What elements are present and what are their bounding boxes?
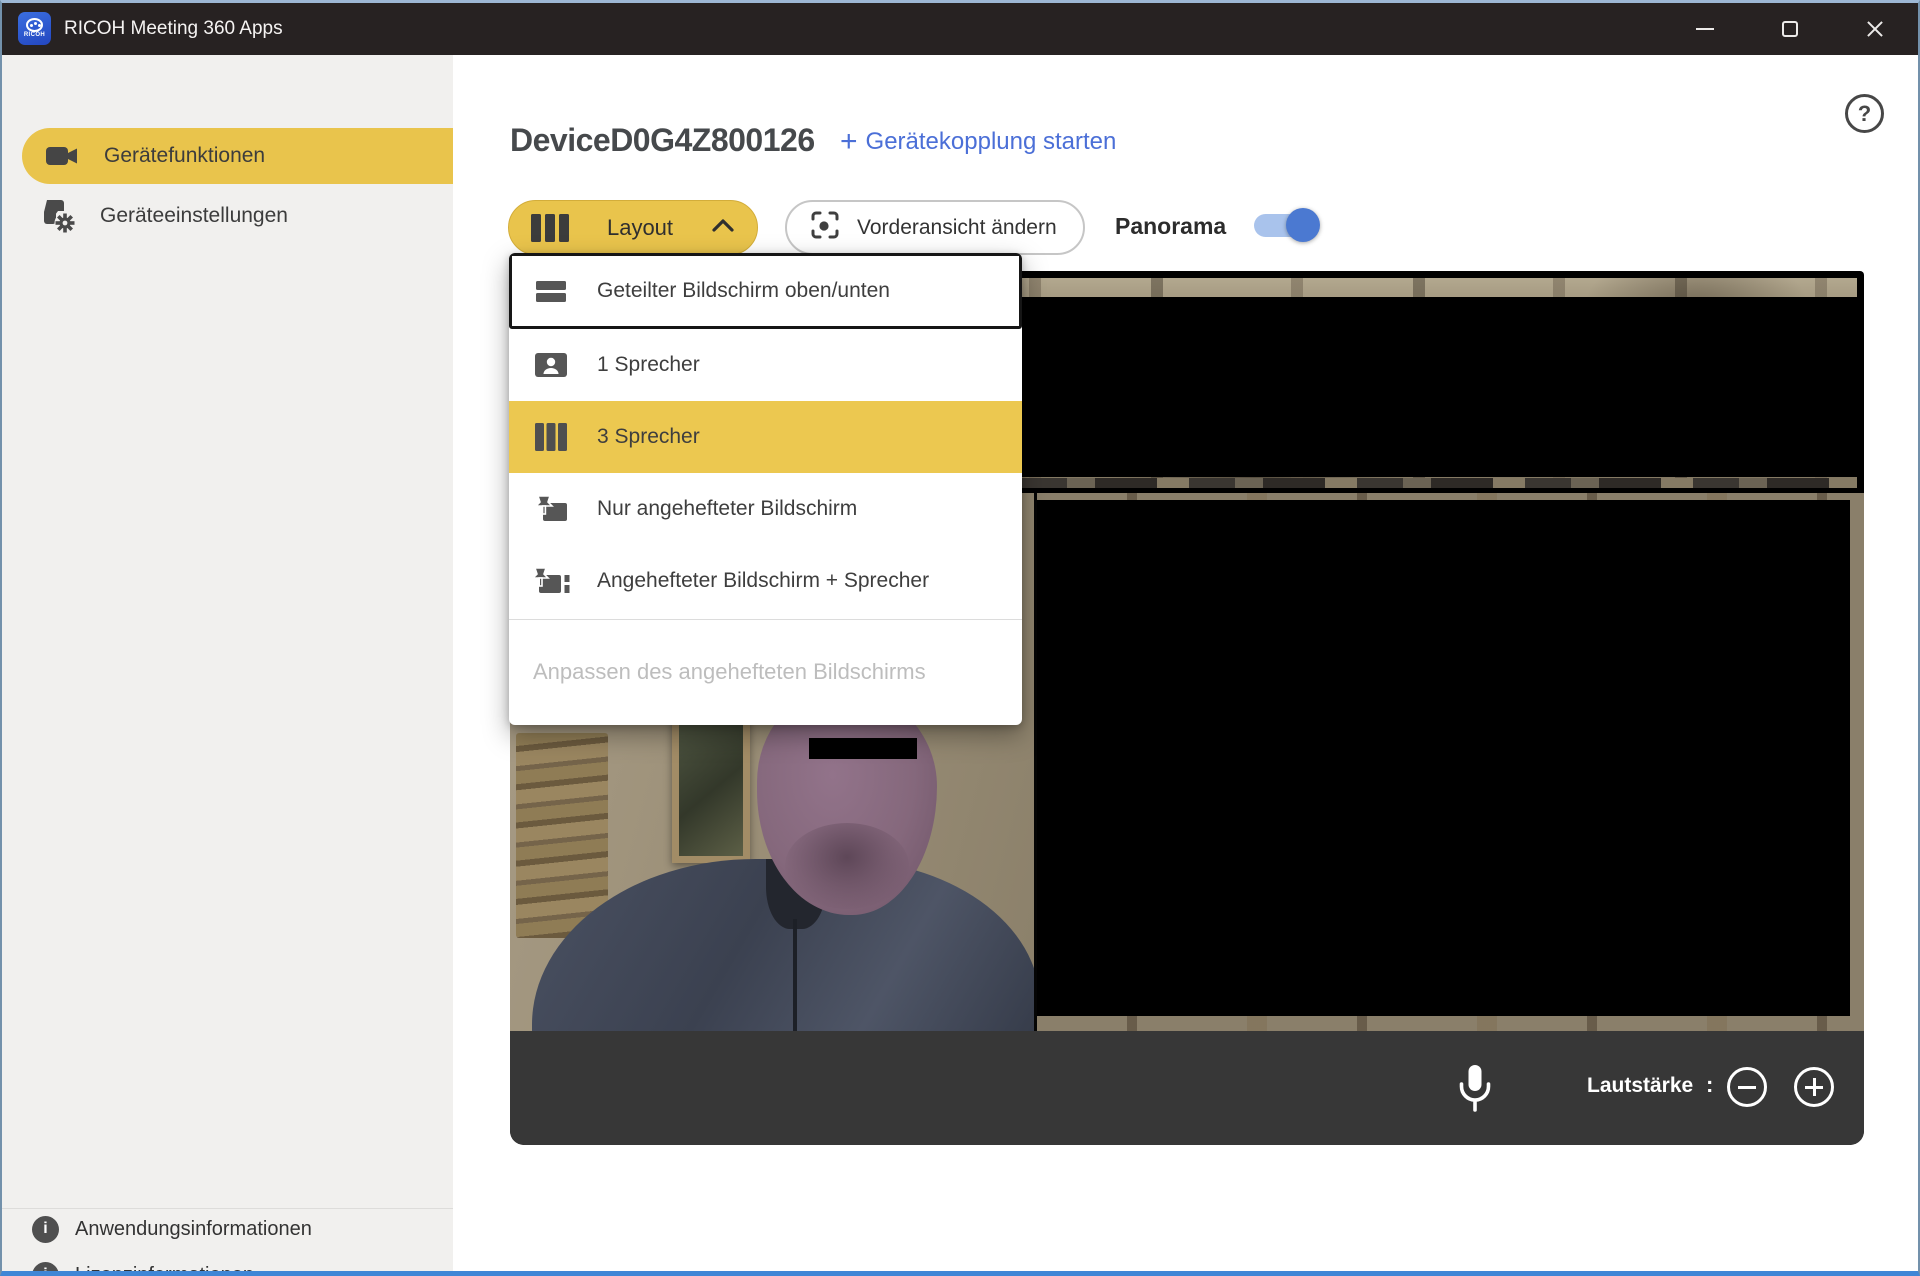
pairing-link-label: Gerätekopplung starten [866,128,1117,156]
menu-item-1-sprecher[interactable]: 1 Sprecher [509,329,1022,401]
front-view-focus-icon [809,209,841,246]
volume-label: Lautstärke [1587,1074,1693,1098]
menu-item-label: Geteilter Bildschirm oben/unten [597,279,890,303]
change-front-view-button[interactable]: Vorderansicht ändern [785,200,1085,255]
sidebar-item-lizenzinformationen[interactable]: i Lizenzinformationen [2,1251,453,1276]
layout-button-label: Layout [607,215,673,241]
toggle-knob [1286,208,1320,242]
sidebar-item-geraeteeinstellungen[interactable]: Geräteeinstellungen [2,188,453,244]
menu-footer-label: Anpassen des angehefteten Bildschirms [533,659,926,685]
device-settings-gear-icon [38,198,78,234]
layout-dropdown-button[interactable]: Layout [508,200,758,255]
start-device-pairing-link[interactable]: + Gerätekopplung starten [840,128,1116,156]
pinned-screen-icon [531,493,571,525]
sidebar-item-label: Geräteeinstellungen [100,204,288,228]
app-window: RICOH RICOH Meeting 360 Apps Gerätefunkt… [0,0,1920,1276]
menu-item-split-screen[interactable]: Geteilter Bildschirm oben/unten [509,253,1022,329]
privacy-eye-bar [809,738,917,759]
panorama-toggle[interactable] [1254,214,1318,237]
menu-item-3-sprecher[interactable]: 3 Sprecher [509,401,1022,473]
chevron-up-icon [711,218,735,238]
close-button[interactable] [1840,3,1910,55]
minimize-button[interactable] [1670,3,1740,55]
front-view-button-label: Vorderansicht ändern [857,216,1057,240]
layout-dropdown-menu: Geteilter Bildschirm oben/unten 1 Sprech… [509,253,1022,725]
wooden-shelf-image [516,733,608,938]
titlebar: RICOH RICOH Meeting 360 Apps [2,3,1918,55]
video-camera-icon [42,144,82,168]
app-title: RICOH Meeting 360 Apps [64,3,283,55]
microphone-icon[interactable] [1454,1063,1496,1118]
volume-down-button[interactable] [1727,1067,1767,1107]
pinned-screen-plus-speaker-icon [531,565,571,597]
ricoh-logo-icon: RICOH [18,12,51,45]
three-columns-icon [531,214,569,242]
volume-up-button[interactable] [1794,1067,1834,1107]
device-name-title: DeviceD0G4Z800126 [510,122,815,159]
video-control-bar: Lautstärke : [510,1031,1864,1145]
info-icon: i [32,1216,59,1243]
three-speakers-icon [531,423,571,451]
menu-item-angehefteter-bildschirm-sprecher[interactable]: Angehefteter Bildschirm + Sprecher [509,545,1022,617]
maximize-icon [1782,21,1798,37]
sidebar-item-anwendungsinformationen[interactable]: i Anwendungsinformationen [2,1205,453,1253]
menu-item-label: Nur angehefteter Bildschirm [597,497,857,521]
plus-icon: + [840,130,858,154]
speaker-feed-right [1037,493,1864,1031]
menu-item-anpassen-disabled: Anpassen des angehefteten Bildschirms [509,619,1022,723]
sidebar-footer-label: Lizenzinformationen [75,1264,254,1276]
maximize-button[interactable] [1755,3,1825,55]
menu-item-label: 3 Sprecher [597,425,700,449]
picture-frame-image [672,701,750,863]
panorama-label: Panorama [1115,213,1226,240]
split-screen-top-bottom-icon [531,279,571,303]
menu-item-nur-angehefteter-bildschirm[interactable]: Nur angehefteter Bildschirm [509,473,1022,545]
close-icon [1866,20,1884,38]
menu-item-label: Angehefteter Bildschirm + Sprecher [597,569,929,593]
menu-item-label: 1 Sprecher [597,353,700,377]
volume-separator: : [1706,1072,1713,1098]
help-circle-icon[interactable]: ? [1845,94,1884,133]
sidebar-item-label: Gerätefunktionen [104,144,265,168]
one-speaker-icon [531,352,571,378]
sidebar-item-geraetefunktionen[interactable]: Gerätefunktionen [22,128,453,184]
sidebar-footer-label: Anwendungsinformationen [75,1218,312,1241]
privacy-redaction-bottom [1037,500,1850,1016]
sidebar: Gerätefunktionen Ge [2,55,453,1271]
minimize-icon [1696,28,1714,30]
info-icon: i [32,1262,59,1276]
